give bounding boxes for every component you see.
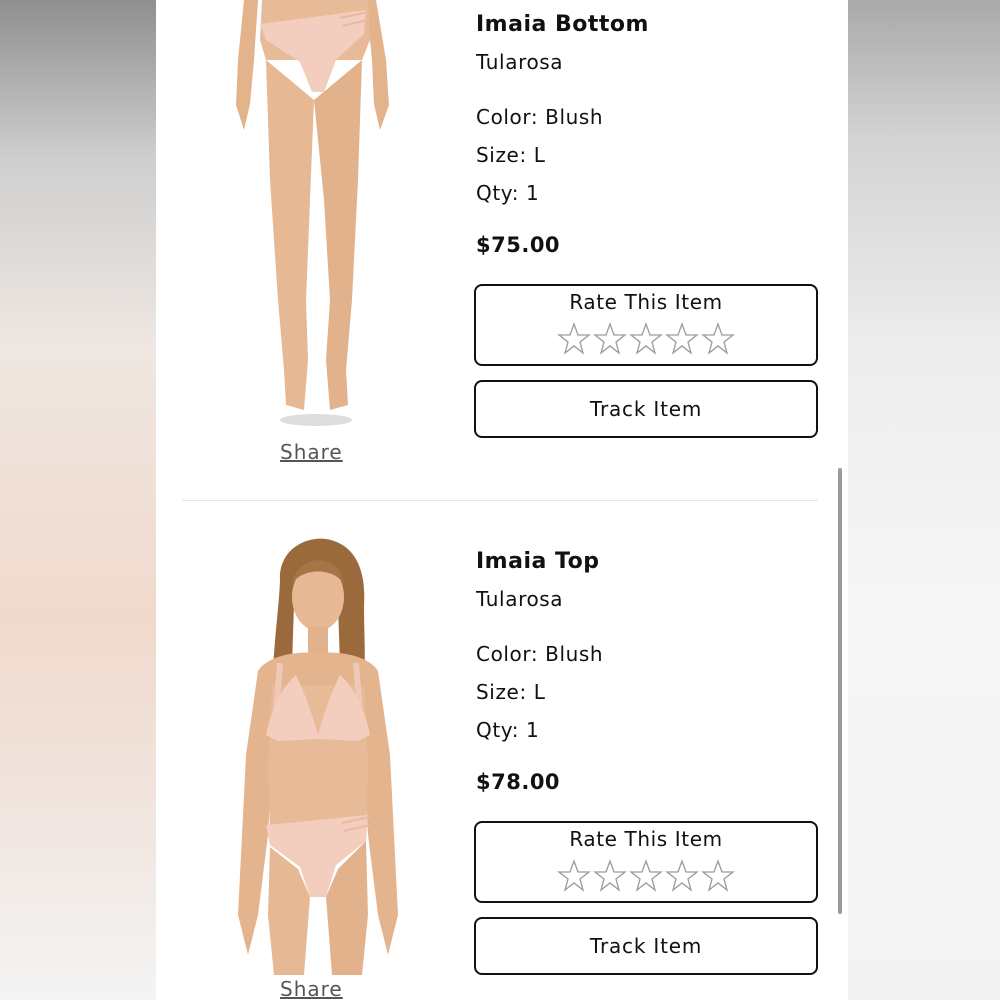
star-outline-icon[interactable] xyxy=(557,859,591,893)
item-color: Color: Blush xyxy=(476,642,604,666)
item-title[interactable]: Imaia Bottom xyxy=(476,12,649,37)
star-outline-icon[interactable] xyxy=(701,859,735,893)
star-outline-icon[interactable] xyxy=(593,859,627,893)
item-qty: Qty: 1 xyxy=(476,718,540,742)
order-items-panel: Share Imaia Bottom Tularosa Color: Blush… xyxy=(156,0,848,1000)
star-outline-icon[interactable] xyxy=(701,322,735,356)
rate-item-box: Rate This Item xyxy=(474,284,818,366)
item-brand[interactable]: Tularosa xyxy=(476,50,563,74)
star-outline-icon[interactable] xyxy=(629,322,663,356)
rate-item-box: Rate This Item xyxy=(474,821,818,903)
star-outline-icon[interactable] xyxy=(557,322,591,356)
star-rating xyxy=(476,322,816,356)
item-qty: Qty: 1 xyxy=(476,181,540,205)
share-link[interactable]: Share xyxy=(280,977,343,1000)
item-price: $78.00 xyxy=(476,770,561,794)
item-color: Color: Blush xyxy=(476,105,604,129)
item-price: $75.00 xyxy=(476,233,561,257)
star-rating xyxy=(476,859,816,893)
item-size: Size: L xyxy=(476,143,546,167)
rate-item-label: Rate This Item xyxy=(569,290,723,314)
background-left xyxy=(0,0,156,1000)
item-brand[interactable]: Tularosa xyxy=(476,587,563,611)
star-outline-icon[interactable] xyxy=(629,859,663,893)
track-item-button[interactable]: Track Item xyxy=(474,380,818,438)
star-outline-icon[interactable] xyxy=(665,322,699,356)
star-outline-icon[interactable] xyxy=(593,322,627,356)
track-item-button[interactable]: Track Item xyxy=(474,917,818,975)
rate-item-label: Rate This Item xyxy=(569,827,723,851)
item-divider xyxy=(182,500,818,501)
product-image-bottom[interactable] xyxy=(226,0,406,440)
item-title[interactable]: Imaia Top xyxy=(476,549,599,574)
share-link[interactable]: Share xyxy=(280,440,343,464)
scrollbar[interactable] xyxy=(838,468,842,914)
product-image-top[interactable] xyxy=(218,535,418,975)
background-right xyxy=(848,0,1000,1000)
star-outline-icon[interactable] xyxy=(665,859,699,893)
item-size: Size: L xyxy=(476,680,546,704)
